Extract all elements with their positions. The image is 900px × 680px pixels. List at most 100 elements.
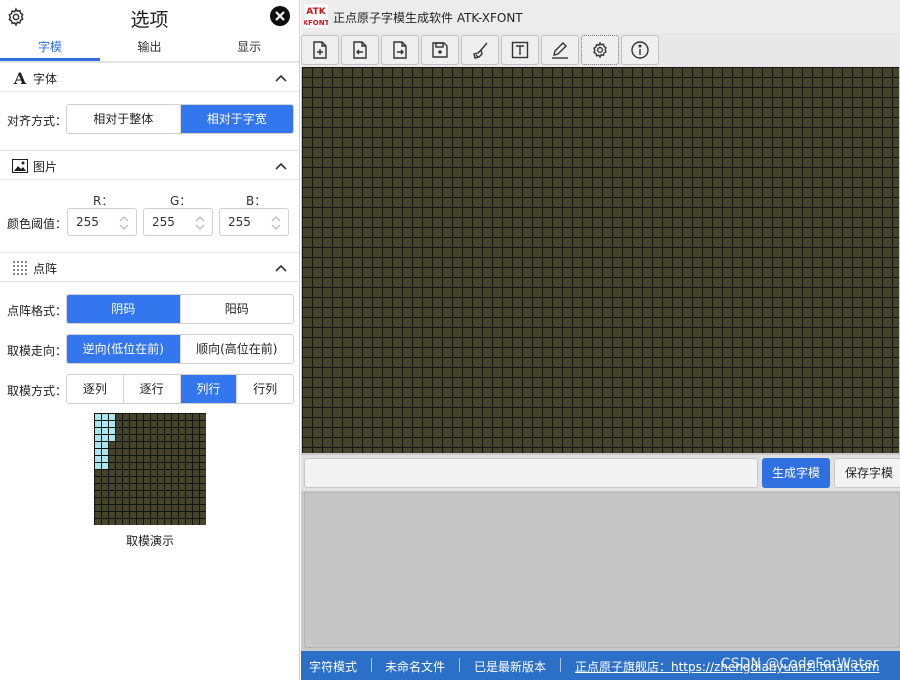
g-value: 255: [152, 215, 175, 229]
demo-cell: [172, 519, 178, 525]
direction-option-reverse[interactable]: 逆向(低位在前): [67, 335, 181, 363]
demo-cell: [116, 484, 122, 490]
align-option-width[interactable]: 相对于字宽: [180, 105, 293, 133]
mode-option-by-column[interactable]: 逐列: [67, 375, 124, 403]
main-window: ATK XFONT 正点原子字模生成软件 ATK-XFONT 生成字模 保存字模…: [301, 0, 900, 680]
demo-cell-scanned: [102, 449, 108, 455]
demo-cell: [130, 491, 136, 497]
demo-cell: [165, 484, 171, 490]
direction-label: 取模走向：: [7, 344, 68, 358]
spin-arrows-icon[interactable]: [119, 215, 129, 231]
close-icon[interactable]: [270, 6, 290, 26]
scan-demo-grid: [94, 413, 206, 525]
demo-cell: [123, 484, 129, 490]
open-file-icon[interactable]: [341, 35, 379, 65]
demo-cell: [144, 463, 150, 469]
demo-cell: [200, 435, 206, 441]
demo-cell: [179, 470, 185, 476]
demo-cell: [123, 505, 129, 511]
r-spinbox[interactable]: 255: [67, 208, 137, 236]
mode-option-column-row[interactable]: 列行: [180, 375, 238, 403]
matrix-section-header[interactable]: 点阵: [0, 252, 299, 282]
g-label: G：: [170, 194, 192, 208]
demo-cell: [172, 498, 178, 504]
tab-output[interactable]: 输出: [100, 36, 200, 61]
collapse-chevron-icon[interactable]: [274, 261, 288, 275]
demo-cell: [165, 477, 171, 483]
demo-cell: [193, 414, 199, 420]
direction-option-forward[interactable]: 顺向(高位在前): [181, 335, 294, 363]
demo-cell: [109, 470, 115, 476]
settings-icon[interactable]: [581, 35, 619, 65]
demo-cell: [144, 498, 150, 504]
window-title: 正点原子字模生成软件 ATK-XFONT: [333, 11, 523, 25]
status-divider: [371, 658, 372, 672]
format-option-negative[interactable]: 阴码: [67, 295, 181, 323]
save-file-icon[interactable]: [421, 35, 459, 65]
demo-cell: [172, 428, 178, 434]
demo-cell: [116, 428, 122, 434]
dot-matrix-canvas[interactable]: [302, 67, 899, 453]
demo-cell: [179, 456, 185, 462]
font-section-header[interactable]: A 字体: [0, 62, 299, 92]
text-icon[interactable]: [501, 35, 539, 65]
demo-cell: [137, 505, 143, 511]
demo-cell: [186, 498, 192, 504]
tab-display[interactable]: 显示: [199, 36, 299, 61]
pencil-icon[interactable]: [541, 35, 579, 65]
format-segmented: 阴码 阳码: [66, 294, 294, 324]
demo-cell: [186, 512, 192, 518]
collapse-chevron-icon[interactable]: [274, 159, 288, 173]
demo-cell: [186, 484, 192, 490]
output-text-area[interactable]: [304, 492, 900, 648]
demo-cell: [109, 484, 115, 490]
demo-cell: [137, 491, 143, 497]
mode-option-by-row[interactable]: 逐行: [124, 375, 181, 403]
character-input[interactable]: [304, 458, 758, 488]
clear-brush-icon[interactable]: [461, 35, 499, 65]
b-value: 255: [228, 215, 251, 229]
mode-option-row-column[interactable]: 行列: [237, 375, 293, 403]
generate-bar: 生成字模 保存字模: [301, 455, 900, 491]
demo-cell: [165, 456, 171, 462]
active-tab-indicator: [0, 58, 100, 61]
demo-cell-scanned: [102, 435, 108, 441]
demo-cell: [116, 512, 122, 518]
format-option-positive[interactable]: 阳码: [181, 295, 294, 323]
status-file: 未命名文件: [385, 660, 446, 674]
demo-cell: [130, 414, 136, 420]
spin-arrows-icon[interactable]: [195, 215, 205, 231]
demo-cell: [151, 421, 157, 427]
demo-cell: [179, 428, 185, 434]
g-spinbox[interactable]: 255: [143, 208, 213, 236]
save-font-button[interactable]: 保存字模: [834, 458, 900, 488]
import-file-icon[interactable]: [381, 35, 419, 65]
format-label: 点阵格式：: [7, 304, 68, 318]
generate-button[interactable]: 生成字模: [762, 458, 830, 488]
b-label: B：: [246, 194, 267, 208]
demo-cell: [109, 463, 115, 469]
demo-cell: [151, 435, 157, 441]
demo-cell: [193, 484, 199, 490]
demo-cell: [137, 519, 143, 525]
image-section-header[interactable]: 图片: [0, 150, 299, 180]
demo-cell: [165, 519, 171, 525]
new-file-icon[interactable]: [301, 35, 339, 65]
collapse-chevron-icon[interactable]: [274, 71, 288, 85]
info-icon[interactable]: [621, 35, 659, 65]
demo-cell: [186, 505, 192, 511]
demo-cell-scanned: [95, 442, 101, 448]
spin-arrows-icon[interactable]: [271, 215, 281, 231]
demo-cell: [137, 421, 143, 427]
r-value: 255: [76, 215, 99, 229]
dot-matrix-grid[interactable]: [302, 67, 899, 453]
demo-cell: [109, 456, 115, 462]
image-section-title: 图片: [33, 160, 58, 174]
demo-cell: [200, 491, 206, 497]
demo-cell: [172, 505, 178, 511]
demo-cell: [95, 519, 101, 525]
demo-cell: [158, 498, 164, 504]
align-option-whole[interactable]: 相对于整体: [67, 105, 181, 133]
demo-cell: [200, 456, 206, 462]
b-spinbox[interactable]: 255: [219, 208, 289, 236]
